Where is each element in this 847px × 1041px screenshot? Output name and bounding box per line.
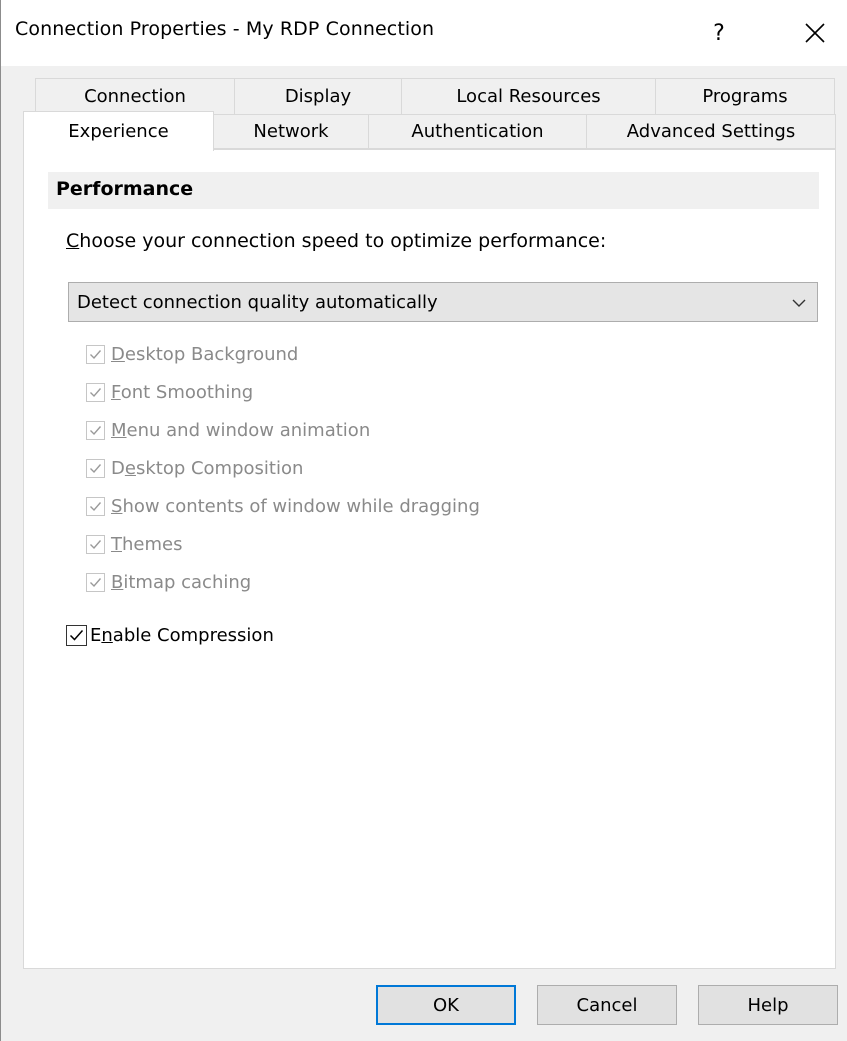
checkmark-icon bbox=[90, 502, 102, 512]
help-button[interactable]: Help bbox=[698, 985, 838, 1025]
checkmark-icon bbox=[69, 630, 84, 641]
checkbox-box[interactable] bbox=[86, 573, 105, 592]
tab-programs[interactable]: Programs bbox=[655, 78, 835, 115]
tab-strip: Connection Display Local Resources Progr… bbox=[1, 66, 847, 155]
tab-local-resources[interactable]: Local Resources bbox=[401, 78, 656, 115]
close-icon[interactable] bbox=[785, 0, 845, 66]
ok-button[interactable]: OK bbox=[376, 985, 516, 1025]
checkbox-box[interactable] bbox=[86, 383, 105, 402]
tab-display[interactable]: Display bbox=[234, 78, 402, 115]
chevron-down-icon bbox=[792, 299, 806, 307]
tab-experience[interactable]: Experience bbox=[23, 111, 214, 151]
checkbox-bitmap-caching[interactable]: Bitmap caching bbox=[86, 572, 251, 593]
title-bar[interactable]: Connection Properties - My RDP Connectio… bbox=[1, 0, 847, 66]
option-label: Menu and window animation bbox=[111, 420, 371, 441]
checkbox-desktop-background[interactable]: Desktop Background bbox=[86, 344, 298, 365]
window-title: Connection Properties - My RDP Connectio… bbox=[15, 18, 435, 40]
tab-connection[interactable]: Connection bbox=[35, 78, 235, 115]
connection-speed-dropdown[interactable]: Detect connection quality automatically bbox=[68, 282, 818, 322]
checkbox-box[interactable] bbox=[86, 497, 105, 516]
checkbox-enable-compression[interactable]: Enable Compression bbox=[66, 625, 274, 646]
checkbox-desktop-composition[interactable]: Desktop Composition bbox=[86, 458, 303, 479]
connection-speed-label: Choose your connection speed to optimize… bbox=[66, 230, 607, 252]
checkmark-icon bbox=[90, 350, 102, 360]
checkbox-box[interactable] bbox=[86, 421, 105, 440]
checkbox-box[interactable] bbox=[86, 459, 105, 478]
checkbox-show-window-contents[interactable]: Show contents of window while dragging bbox=[86, 496, 480, 517]
option-label: Desktop Background bbox=[111, 344, 299, 365]
checkbox-box[interactable] bbox=[86, 345, 105, 364]
cancel-button[interactable]: Cancel bbox=[537, 985, 677, 1025]
tab-advanced-settings[interactable]: Advanced Settings bbox=[586, 114, 836, 149]
option-label: Bitmap caching bbox=[111, 572, 252, 593]
dropdown-value: Detect connection quality automatically bbox=[77, 292, 438, 313]
connection-properties-dialog: Connection Properties - My RDP Connectio… bbox=[0, 0, 847, 1041]
performance-header: Performance bbox=[48, 172, 819, 209]
checkmark-icon bbox=[90, 540, 102, 550]
checkbox-box[interactable] bbox=[86, 535, 105, 554]
checkmark-icon bbox=[90, 426, 102, 436]
checkbox-font-smoothing[interactable]: Font Smoothing bbox=[86, 382, 253, 403]
help-icon[interactable]: ? bbox=[689, 0, 749, 66]
checkmark-icon bbox=[90, 578, 102, 588]
tab-authentication[interactable]: Authentication bbox=[368, 114, 587, 149]
option-label: Themes bbox=[111, 534, 183, 555]
option-label: Font Smoothing bbox=[111, 382, 254, 403]
checkmark-icon bbox=[90, 464, 102, 474]
checkbox-box[interactable] bbox=[66, 625, 87, 646]
option-label: Desktop Composition bbox=[111, 458, 304, 479]
checkbox-themes[interactable]: Themes bbox=[86, 534, 182, 555]
tab-network[interactable]: Network bbox=[213, 114, 369, 149]
option-label: Enable Compression bbox=[90, 625, 274, 646]
option-label: Show contents of window while dragging bbox=[111, 496, 480, 517]
checkmark-icon bbox=[90, 388, 102, 398]
performance-header-label: Performance bbox=[56, 178, 194, 200]
checkbox-menu-window-animation[interactable]: Menu and window animation bbox=[86, 420, 370, 441]
experience-panel: Performance Choose your connection speed… bbox=[23, 149, 836, 969]
